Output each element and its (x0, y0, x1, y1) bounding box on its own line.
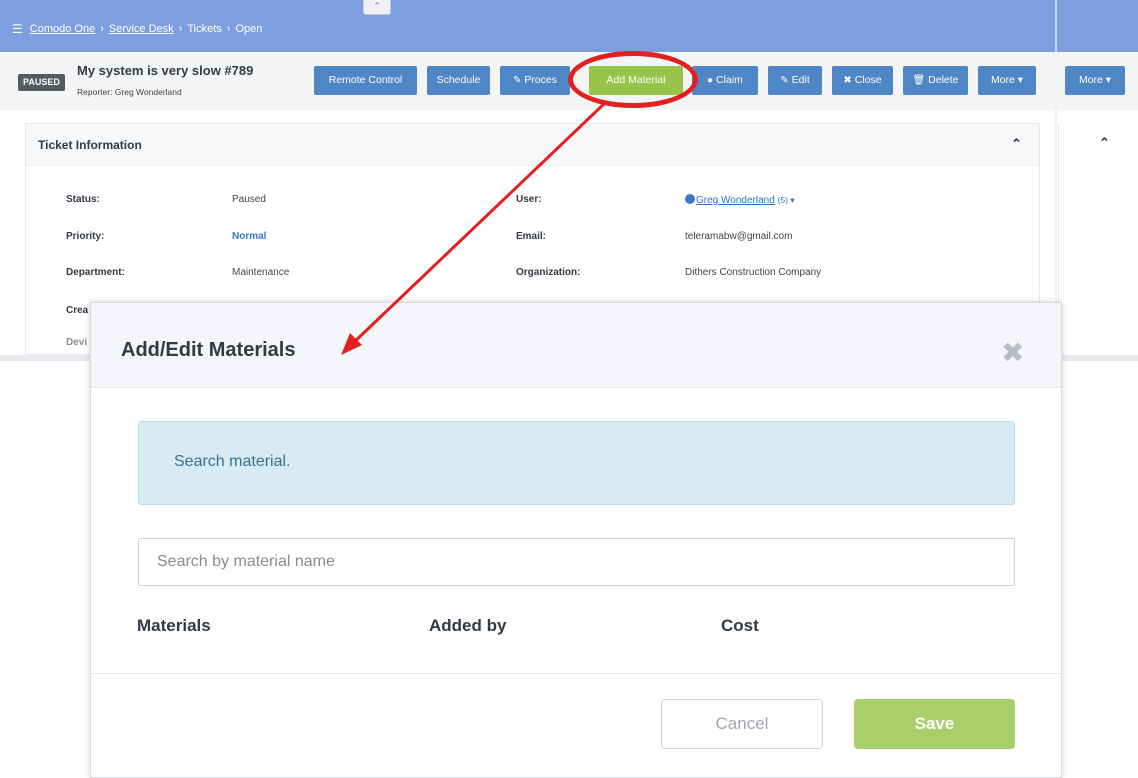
priority-label: Priority: (66, 231, 105, 242)
ticket-title: My system is very slow #789 (77, 63, 254, 78)
breadcrumb: ☰ Comodo One › Service Desk › Tickets › … (12, 22, 262, 36)
device-label: Devi (66, 337, 88, 348)
more-label-right: More ▾ (1078, 74, 1112, 86)
column-header-materials: Materials (137, 616, 211, 635)
alert-text: Search material. (174, 453, 291, 470)
organization-label: Organization: (516, 267, 581, 278)
close-icon[interactable]: ✖ (1001, 339, 1024, 367)
breadcrumb-item-open: Open (235, 23, 263, 35)
top-nav-bar: ☰ Comodo One › Service Desk › Tickets › … (0, 0, 1138, 52)
annotation-ellipse (568, 51, 698, 108)
chevron-up-icon[interactable]: ⌃ (1011, 136, 1022, 152)
column-header-added-by: Added by (429, 616, 507, 635)
ticket-reporter: Reporter: Greg Wonderland (77, 87, 182, 97)
user-name-link[interactable]: Greg Wonderland (696, 195, 775, 206)
schedule-button[interactable]: Schedule (427, 66, 490, 95)
close-ticket-button[interactable]: ✖ Close (832, 66, 893, 95)
hamburger-icon[interactable]: ☰ (12, 22, 23, 36)
user-value[interactable]: Greg Wonderland (5) ▾ (685, 194, 795, 206)
column-header-cost: Cost (721, 616, 759, 635)
remote-control-button[interactable]: Remote Control (314, 66, 417, 95)
department-value: Maintenance (232, 267, 290, 278)
breadcrumb-link-comodo-one[interactable]: Comodo One (30, 23, 95, 35)
breadcrumb-separator: › (226, 23, 231, 35)
cancel-button[interactable]: Cancel (661, 699, 823, 749)
breadcrumb-separator: › (100, 23, 104, 35)
info-alert: Search material. (138, 421, 1015, 505)
remote-control-label: Remote Control (328, 74, 403, 86)
department-label: Department: (66, 267, 125, 278)
status-badge: PAUSED (18, 74, 65, 91)
status-value: Paused (232, 194, 266, 205)
close-icon: ✖ (843, 75, 852, 86)
edit-icon: ✎ (780, 75, 789, 86)
breadcrumb-link-service-desk[interactable]: Service Desk (109, 23, 174, 35)
email-value: teleramabw@gmail.com (685, 231, 793, 242)
process-label: Proces (524, 74, 558, 86)
user-icon: ● (707, 75, 714, 86)
dialog-footer-divider (91, 673, 1061, 674)
add-edit-materials-dialog: Add/Edit Materials ✖ Search material. Ma… (90, 302, 1062, 778)
email-label: Email: (516, 231, 547, 242)
close-label: Close (854, 74, 882, 86)
topbar-divider (1055, 0, 1057, 52)
chevron-up-icon[interactable]: ⌃ (1099, 135, 1110, 151)
delete-button[interactable]: 🗑 Delete (903, 66, 968, 95)
more-button-right[interactable]: More ▾ (1065, 66, 1125, 95)
process-button[interactable]: ✎ Proces (500, 66, 570, 95)
side-panel: ⌃ (1058, 123, 1138, 355)
user-icon (685, 194, 695, 204)
edit-label: Edit (791, 74, 810, 86)
dialog-header: Add/Edit Materials ✖ (91, 303, 1061, 388)
claim-label: Claim (716, 74, 743, 86)
delete-label: Delete (928, 74, 959, 86)
save-button[interactable]: Save (854, 699, 1015, 749)
edit-button[interactable]: ✎ Edit (768, 66, 822, 95)
dialog-title: Add/Edit Materials (121, 339, 296, 361)
user-count-dropdown[interactable]: (5) ▾ (778, 195, 795, 205)
schedule-label: Schedule (436, 74, 481, 86)
ticket-information-title: Ticket Information (38, 138, 142, 152)
more-button[interactable]: More ▾ (978, 66, 1036, 95)
trash-icon: 🗑 (912, 75, 926, 86)
claim-button[interactable]: ● Claim (692, 66, 758, 95)
priority-value: Normal (232, 231, 267, 242)
page: ☰ Comodo One › Service Desk › Tickets › … (0, 0, 1138, 778)
process-icon: ✎ (512, 75, 522, 86)
organization-value: Dithers Construction Company (685, 267, 822, 278)
breadcrumb-item-tickets: Tickets (187, 23, 222, 35)
collapse-header-toggle[interactable]: ⌃ (363, 0, 391, 15)
ticket-information-header[interactable]: Ticket Information ⌃ (26, 124, 1039, 166)
breadcrumb-separator: › (178, 23, 183, 35)
created-label: Crea (66, 305, 89, 316)
material-search-input[interactable] (138, 538, 1015, 586)
user-label: User: (516, 194, 542, 205)
more-label: More ▾ (990, 74, 1024, 86)
status-label: Status: (66, 194, 100, 205)
